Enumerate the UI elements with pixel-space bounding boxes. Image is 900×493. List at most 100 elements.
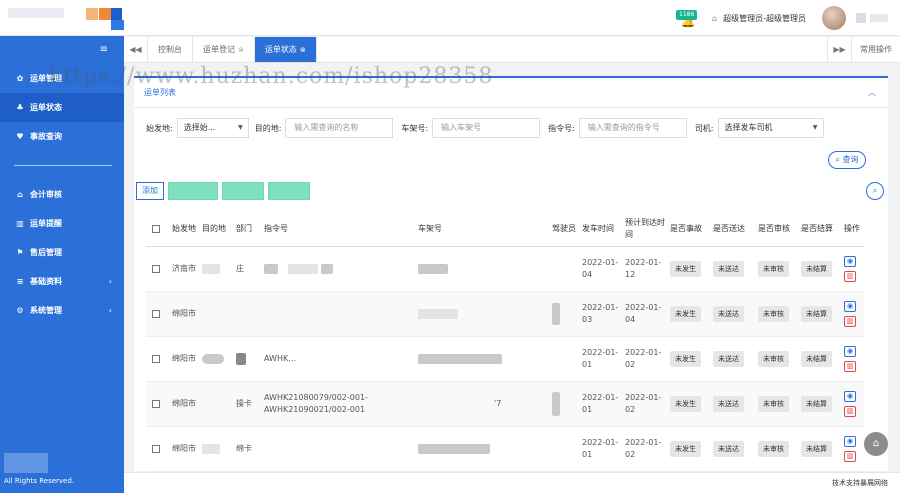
destination-input[interactable]: 输入需查询的名称 [285,118,394,138]
cell-command [264,292,414,336]
cell-dept: 绵卡 [236,444,252,453]
sidebar-item-after-sales[interactable]: ⚑ 售后管理 [0,238,124,267]
sidebar-item-waybill-reminder[interactable]: ▥ 运单提醒 [0,209,124,238]
cell-dept [236,292,264,336]
header-delivered: 是否送达 [713,223,745,233]
select-all-checkbox[interactable] [152,211,164,246]
tab-scroll-left-icon[interactable]: ◀◀ [124,37,148,62]
sidebar-item-accounting-audit[interactable]: ⌂ 会计审核 [0,180,124,209]
driver-select-value: 选择发车司机 [724,123,773,132]
tab-waybill-register[interactable]: 运单登记 ⊗ [193,37,255,62]
row-checkbox[interactable] [152,292,164,336]
table-row: 绵阳市 AWHK… 2022-01-01 2022-01-02 未发生 未送达 … [146,337,864,382]
cell-dept: 操卡 [236,399,252,408]
trash-icon[interactable]: ▥ [844,451,856,462]
eye-icon[interactable]: ◉ [844,301,856,312]
trash-icon[interactable]: ▥ [844,361,856,372]
user-menu-text[interactable] [870,14,888,22]
paw-icon: ✿ [16,74,24,83]
caret-down-icon: ▼ [812,124,818,131]
row-checkbox[interactable] [152,427,164,471]
table-row: 绵阳市 2022-01-03 2022-01-04 未发生 未送达 未审核 未结… [146,292,864,337]
table-toolbar: 添加 ⌕ [134,182,888,204]
driver-select[interactable]: 选择发车司机 ▼ [717,118,824,138]
frame-input[interactable]: 输入车架号 [432,118,541,138]
menu-toggle-icon[interactable]: ≡ [0,36,124,64]
accident-badge: 未发生 [670,351,701,367]
header-audited: 是否审核 [758,223,790,233]
tab-label: 运单登记 [203,45,235,54]
cell-dept [236,337,264,381]
close-icon[interactable]: ⊗ [238,46,244,54]
user-menu-icon[interactable] [856,13,866,23]
eye-icon[interactable]: ◉ [844,391,856,402]
eye-icon[interactable]: ◉ [844,436,856,447]
add-button[interactable]: 添加 [136,182,164,200]
toolbar-button-2[interactable] [222,182,264,200]
notification-badge: 1186 [676,10,698,20]
tab-console[interactable]: 控制台 [148,37,193,62]
gear-icon: ⚙ [16,306,24,315]
trash-icon[interactable]: ▥ [844,271,856,282]
filter-bar: 始发地: 选择始... ▼ 目的地: 输入需查询的名称 车架号: 输入车架号 指令… [146,118,876,138]
destination-placeholder: 输入需查询的名称 [294,123,359,132]
origin-select[interactable]: 选择始... ▼ [176,118,249,138]
waybill-table: 始发地 目的地 部门 指令号 车架号 驾驶员 发车时间 预计到达时间 是否事故 … [146,211,864,472]
header-from: 始发地 [172,223,196,233]
tag-icon: ⚑ [16,248,24,257]
accident-badge: 未发生 [670,441,701,457]
cell-arrive-time: 2022-01-02 [625,438,662,459]
heart-icon: ♥ [16,132,24,141]
sidebar-item-label: 运单状态 [30,103,62,112]
cell-driver [552,427,580,471]
sidebar-item-label: 售后管理 [30,248,62,257]
caret-down-icon: ▼ [238,124,243,131]
sidebar-item-system-management[interactable]: ⚙ 系统管理 ‹ [0,296,124,325]
home-float-button[interactable]: ⌂ [864,432,888,456]
sidebar-item-basic-data[interactable]: ≡ 基础资料 ‹ [0,267,124,296]
header-arrive-time: 预计到达时间 [625,217,665,239]
cell-driver [552,247,580,291]
trash-icon[interactable]: ▥ [844,316,856,327]
cell-from: 济南市 [172,264,196,273]
table-row: 绵阳市 操卡 AWHK21080079/002-001-AWHK21090021… [146,382,864,427]
cell-to [202,427,236,471]
avatar[interactable] [822,6,846,30]
close-icon[interactable]: ⊗ [300,46,306,54]
sidebar-item-waybill-management[interactable]: ✿ 运单管理 [0,64,124,93]
cell-frame [418,427,538,471]
tab-waybill-status[interactable]: 运单状态 ⊗ [254,37,317,62]
cell-arrive-time: 2022-01-02 [625,348,662,369]
header-depart-time: 发车时间 [582,223,614,233]
eye-icon[interactable]: ◉ [844,256,856,267]
delivered-badge: 未送达 [713,306,744,322]
top-bar: 1186 🔔 ⌂ 超级管理员-超级管理员 [0,0,900,36]
command-input[interactable]: 输入需查询的指令号 [578,118,687,138]
toolbar-button-1[interactable] [168,182,218,200]
row-checkbox[interactable] [152,247,164,291]
bell-icon[interactable]: 1186 🔔 [676,8,698,28]
tabs-bar: ◀◀ 控制台 运单登记 ⊗ 运单状态 ⊗ ▶▶ 常用操作 [124,37,900,63]
cell-to [202,382,236,426]
driver-label: 司机: [694,123,714,133]
row-checkbox[interactable] [152,337,164,381]
toolbar-button-3[interactable] [268,182,310,200]
cell-arrive-time: 2022-01-04 [625,303,662,324]
user-info[interactable]: ⌂ 超级管理员-超级管理员 [712,13,806,24]
search-icon[interactable]: ⌕ [866,182,884,200]
copyright: All Rights Reserved. [4,477,75,485]
delivered-badge: 未送达 [713,396,744,412]
trash-icon[interactable]: ▥ [844,406,856,417]
sidebar-item-waybill-status[interactable]: ♣ 运单状态 [0,93,124,122]
row-checkbox[interactable] [152,382,164,426]
sidebar-item-accident-query[interactable]: ♥ 事故查询 [0,122,124,151]
tab-scroll-right-icon[interactable]: ▶▶ [827,37,851,62]
cell-command [264,427,414,471]
panel-title: 运单列表 [144,88,176,97]
query-button[interactable]: ⌕ 查询 [828,151,866,169]
chevron-up-icon[interactable]: ︿ [868,78,876,108]
common-ops-dropdown[interactable]: 常用操作 [851,37,900,62]
eye-icon[interactable]: ◉ [844,346,856,357]
cell-depart-time: 2022-01-01 [582,348,619,369]
header-dept: 部门 [236,223,252,233]
